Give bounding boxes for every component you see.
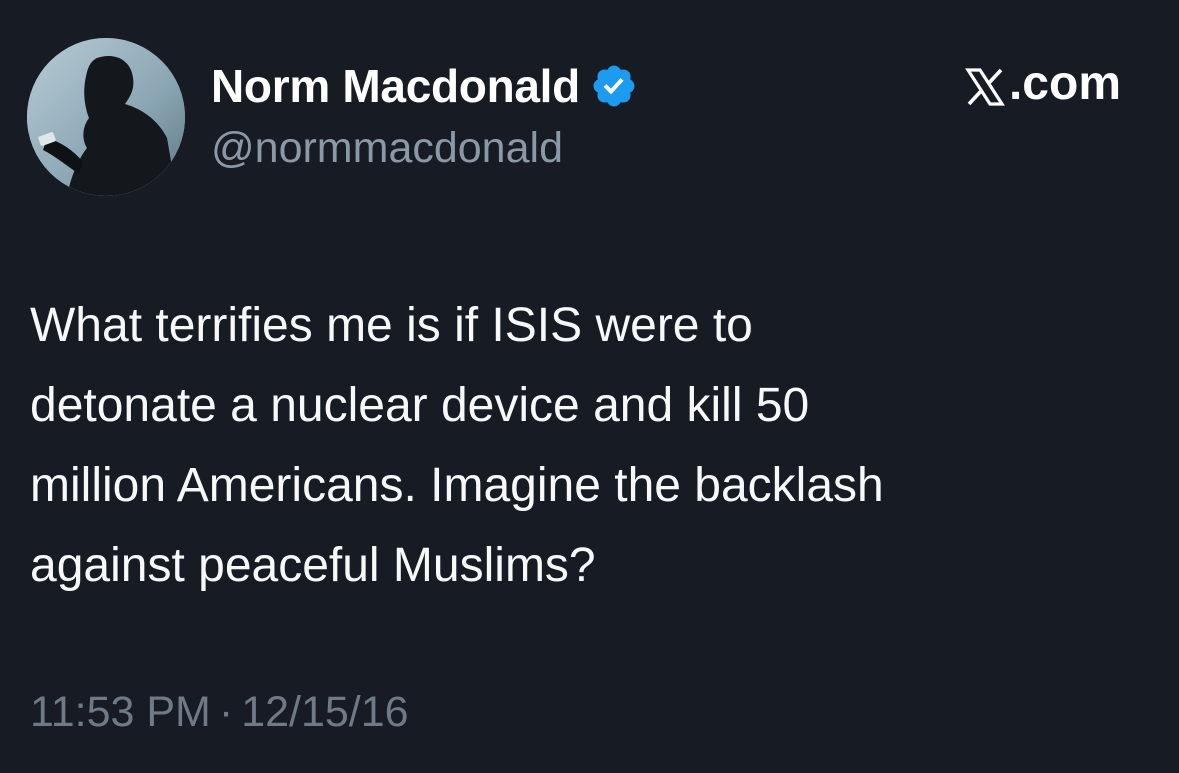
tweet-time[interactable]: 11:53 PM — [30, 688, 211, 736]
display-name[interactable]: Norm Macdonald — [211, 59, 580, 113]
avatar[interactable] — [27, 38, 185, 196]
verified-badge-icon — [590, 62, 638, 110]
site-label: .com — [965, 56, 1121, 111]
x-logo-icon — [965, 64, 1005, 106]
author-name-row[interactable]: Norm Macdonald — [211, 56, 638, 116]
site-domain-text: .com — [1008, 57, 1121, 110]
tweet-date[interactable]: 12/15/16 — [241, 688, 408, 736]
tweet-card: Norm Macdonald @normmacdonald .com What … — [0, 0, 1179, 773]
author-handle[interactable]: @normmacdonald — [211, 124, 563, 173]
timestamp-separator: · — [218, 688, 234, 736]
avatar-image — [27, 38, 185, 196]
timestamp[interactable]: 11:53 PM · 12/15/16 — [30, 688, 409, 737]
tweet-text: What terrifies me is if ISIS were to det… — [30, 299, 884, 592]
